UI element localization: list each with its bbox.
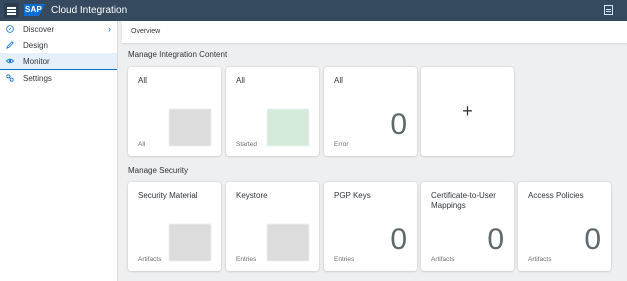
nav-item-label: Monitor [23,56,50,66]
tile-title: Certificate-to-User Mappings [431,191,496,210]
tile-access-policies[interactable]: Access Policies 0 Artifacts [518,182,611,271]
sap-logo-text: SAP [25,5,43,14]
tile-title: Keystore [236,191,268,200]
tile-title: PGP Keys [334,191,371,200]
section-title-integration: Manage Integration Content [128,50,228,59]
tile-security-material[interactable]: Security Material Artifacts [128,182,221,271]
plus-icon: + [462,101,473,121]
tile-count: 0 [390,223,407,256]
tile-count-blurred [169,109,211,146]
add-tile-button[interactable]: + [421,67,514,156]
tile-title: Security Material [138,191,198,200]
breadcrumb[interactable]: Overview [131,28,160,35]
breadcrumb-bar: Overview [122,21,627,43]
side-navigation: Discover › Design Monitor Settings [0,21,118,281]
nav-item-monitor[interactable]: Monitor [0,53,117,70]
nav-item-design[interactable]: Design [0,37,117,53]
eye-icon [6,58,14,64]
tile-count-blurred [267,109,309,146]
tile-footer: Artifacts [138,256,162,263]
pencil-icon [6,41,14,49]
section-title-security: Manage Security [128,166,189,175]
tile-footer: Entries [236,256,257,263]
tile-count: 0 [584,223,601,256]
tile-footer: Entries [334,256,355,263]
nav-item-label: Discover [23,24,55,34]
tile-count-blurred [267,224,309,261]
tile-title: All [236,76,245,85]
tile-error-artifacts[interactable]: All 0 Error [324,67,417,156]
nav-item-label: Design [23,40,48,50]
tile-footer: Error [334,141,349,148]
document-icon[interactable] [604,5,613,15]
tile-started-artifacts[interactable]: All Started [226,67,319,156]
settings-icon [6,74,14,82]
tile-count-blurred [169,224,211,261]
nav-item-settings[interactable]: Settings [0,70,117,86]
tile-title: All [334,76,343,85]
tile-keystore[interactable]: Keystore Entries [226,182,319,271]
tile-certificate-user-mappings[interactable]: Certificate-to-User Mappings 0 Artifacts [421,182,514,271]
tile-title: All [138,76,147,85]
compass-icon [6,25,14,33]
shell-bar: SAP Cloud Integration [0,0,627,21]
app-title: Cloud Integration [51,5,128,16]
chevron-right-icon: › [108,24,111,34]
tile-footer: Artifacts [431,256,455,263]
tile-pgp-keys[interactable]: PGP Keys 0 Entries [324,182,417,271]
tile-count: 0 [390,108,407,141]
main-content: Overview Manage Integration Content All … [118,21,627,281]
tile-all-artifacts[interactable]: All All [128,67,221,156]
tile-footer: All [138,141,146,148]
tile-title: Access Policies [528,191,584,200]
tile-footer: Artifacts [528,256,552,263]
tile-count: 0 [487,223,504,256]
nav-item-label: Settings [23,73,52,83]
tile-footer: Started [236,141,257,148]
nav-item-discover[interactable]: Discover › [0,21,117,37]
menu-icon[interactable] [4,3,19,18]
